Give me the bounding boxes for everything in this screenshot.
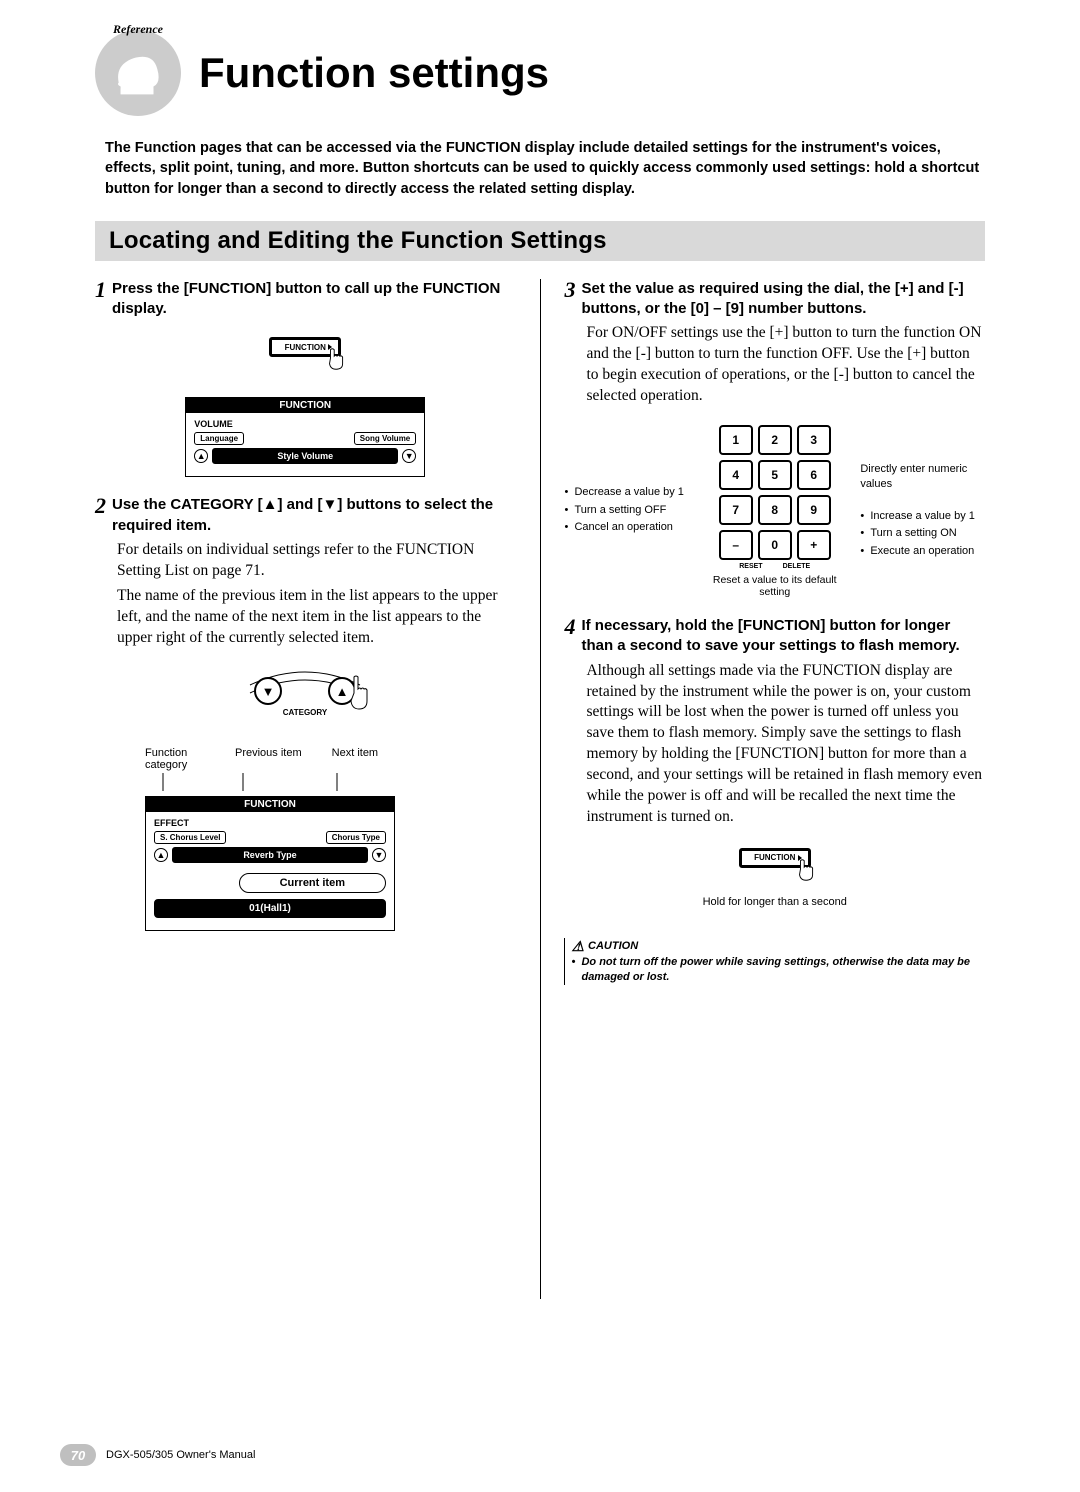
key-5[interactable]: 5	[758, 460, 792, 490]
key-6[interactable]: 6	[797, 460, 831, 490]
screen-title: FUNCTION	[146, 797, 394, 812]
label-lines-icon	[145, 773, 395, 791]
step-title: If necessary, hold the [FUNCTION] button…	[581, 616, 985, 657]
category-buttons-figure: ▼ ▲ CATEGORY	[95, 663, 516, 733]
category-up-icon: ▲	[263, 496, 278, 513]
key-minus[interactable]: –	[719, 530, 753, 560]
up-arrow-icon: ▲	[154, 848, 168, 862]
warning-icon: ⚠	[571, 938, 584, 955]
reset-caption: Reset a value to its default setting	[699, 574, 850, 598]
step-title: Set the value as required using the dial…	[581, 279, 985, 320]
note-turn-off: Turn a setting OFF	[564, 503, 689, 518]
key-3[interactable]: 3	[797, 425, 831, 455]
step-1: 1 Press the [FUNCTION] button to call up…	[95, 279, 516, 478]
caution-text: Do not turn off the power while saving s…	[571, 955, 985, 985]
reference-badge: Reference	[95, 30, 181, 116]
screen-value: 01(Hall1)	[154, 899, 386, 918]
screen-next-item: Song Volume	[354, 432, 417, 445]
piano-icon	[109, 44, 167, 102]
key-4[interactable]: 4	[719, 460, 753, 490]
hand-pointer-icon	[323, 345, 351, 373]
keypad-left-notes: Decrease a value by 1 Turn a setting OFF…	[564, 485, 689, 537]
screen-current-item: Reverb Type	[172, 847, 368, 863]
badge-label: Reference	[113, 22, 163, 37]
left-column: 1 Press the [FUNCTION] button to call up…	[95, 279, 516, 1299]
step-4: 4 If necessary, hold the [FUNCTION] butt…	[564, 616, 985, 985]
label-next-item: Next item	[332, 747, 378, 771]
page-footer: 70 DGX-505/305 Owner's Manual	[60, 1444, 255, 1466]
screen-prev-item: Language	[194, 432, 244, 445]
key-7[interactable]: 7	[719, 495, 753, 525]
step-body: The name of the previous item in the lis…	[117, 586, 516, 649]
section-heading: Locating and Editing the Function Settin…	[95, 221, 985, 261]
page-number: 70	[60, 1444, 96, 1466]
note-turn-on: Turn a setting ON	[860, 526, 985, 541]
hold-note: Hold for longer than a second	[703, 896, 847, 908]
keypad-right-notes: Directly enter numeric values Increase a…	[860, 462, 985, 561]
caution-block: ⚠ CAUTION Do not turn off the power whil…	[564, 938, 985, 985]
intro-paragraph: The Function pages that can be accessed …	[105, 138, 985, 199]
category-label: CATEGORY	[283, 708, 328, 717]
down-arrow-icon: ▼	[402, 449, 416, 463]
label-function-category: Function category	[145, 747, 205, 771]
step-title: Press the [FUNCTION] button to call up t…	[112, 279, 516, 320]
numeric-keypad: 1 2 3 4 5 6 7 8 9 – 0 +	[719, 425, 831, 560]
svg-text:▲: ▲	[336, 684, 349, 699]
function-screen-2: FUNCTION EFFECT S. Chorus Level Chorus T…	[145, 796, 395, 931]
hand-pointer-icon	[793, 856, 821, 884]
up-arrow-icon: ▲	[194, 449, 208, 463]
svg-text:▼: ▼	[262, 684, 275, 699]
page-header: Reference Function settings	[95, 30, 985, 116]
step-body: Although all settings made via the FUNCT…	[586, 661, 985, 828]
key-plus[interactable]: +	[797, 530, 831, 560]
step-3: 3 Set the value as required using the di…	[564, 279, 985, 598]
down-arrow-icon: ▼	[372, 848, 386, 862]
step-number: 3	[564, 279, 575, 301]
note-direct-entry: Directly enter numeric values	[860, 462, 985, 493]
reset-label: RESET	[739, 563, 762, 570]
screen-title: FUNCTION	[186, 398, 424, 413]
step-2: 2 Use the CATEGORY [▲] and [▼] buttons t…	[95, 495, 516, 930]
label-previous-item: Previous item	[235, 747, 302, 771]
category-down-icon: ▼	[322, 496, 337, 513]
content-columns: 1 Press the [FUNCTION] button to call up…	[95, 279, 985, 1299]
column-divider	[540, 279, 541, 1299]
screen-labels: Function category Previous item Next ite…	[145, 747, 516, 771]
step-title: Use the CATEGORY [▲] and [▼] buttons to …	[112, 495, 516, 536]
step-number: 1	[95, 279, 106, 301]
note-execute: Execute an operation	[860, 544, 985, 559]
keypad-diagram: Decrease a value by 1 Turn a setting OFF…	[564, 425, 985, 598]
footer-text: DGX-505/305 Owner's Manual	[106, 1449, 255, 1461]
function-screen-1: FUNCTION VOLUME Language Song Volume ▲ S…	[185, 397, 425, 477]
note-cancel: Cancel an operation	[564, 520, 689, 535]
screen-prev-item: S. Chorus Level	[154, 831, 226, 844]
screen-current-item: Style Volume	[212, 448, 398, 464]
screen-category: EFFECT	[154, 818, 386, 828]
current-item-label: Current item	[239, 873, 386, 893]
page-title: Function settings	[199, 49, 549, 97]
key-1[interactable]: 1	[719, 425, 753, 455]
delete-label: DELETE	[783, 563, 811, 570]
note-decrease: Decrease a value by 1	[564, 485, 689, 500]
step-number: 4	[564, 616, 575, 638]
key-8[interactable]: 8	[758, 495, 792, 525]
key-2[interactable]: 2	[758, 425, 792, 455]
step-body: For ON/OFF settings use the [+] button t…	[586, 323, 985, 407]
screen-next-item: Chorus Type	[326, 831, 386, 844]
key-0[interactable]: 0	[758, 530, 792, 560]
step-body: For details on individual settings refer…	[117, 540, 516, 582]
screen-category: VOLUME	[194, 419, 416, 429]
note-increase: Increase a value by 1	[860, 509, 985, 524]
key-9[interactable]: 9	[797, 495, 831, 525]
step-number: 2	[95, 495, 106, 517]
right-column: 3 Set the value as required using the di…	[564, 279, 985, 1299]
caution-heading: CAUTION	[588, 940, 638, 952]
